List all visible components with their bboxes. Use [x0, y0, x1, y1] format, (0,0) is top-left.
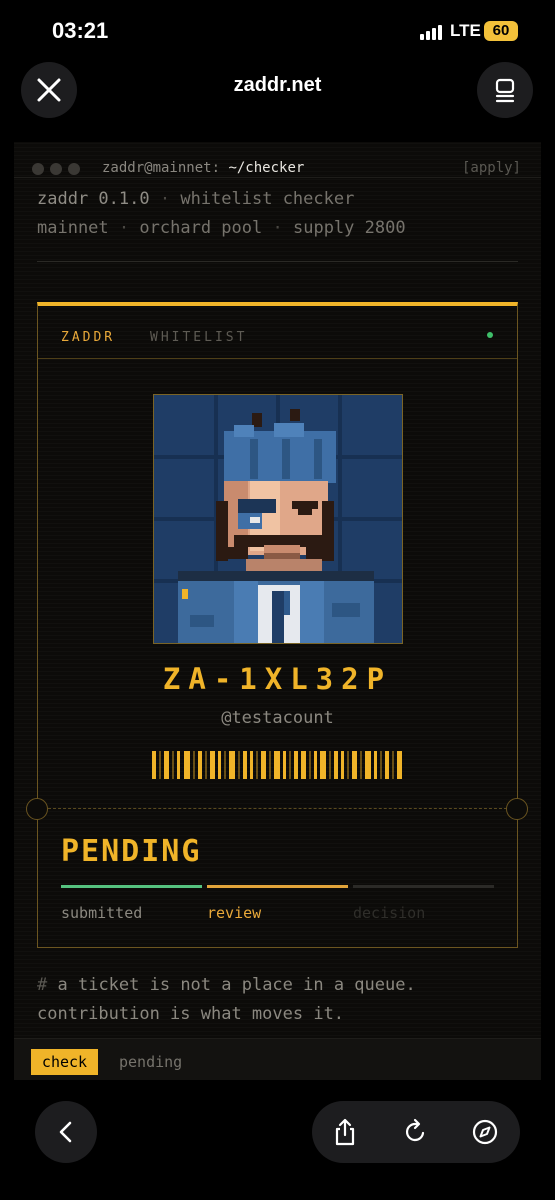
browser-actions — [312, 1101, 520, 1163]
window-dot — [50, 163, 62, 175]
share-icon[interactable] — [330, 1117, 360, 1147]
ticket-brand: ZADDR — [61, 330, 116, 345]
status-led — [487, 332, 493, 338]
user-handle: @testacount — [221, 708, 334, 728]
status-time: 03:21 — [52, 18, 109, 43]
ticket-divider — [38, 358, 517, 359]
compass-icon[interactable] — [470, 1117, 500, 1147]
check-button[interactable]: check — [31, 1049, 98, 1075]
ticket-notch — [26, 798, 48, 820]
perforation — [38, 808, 517, 809]
step-review: review — [207, 904, 262, 922]
apply-link[interactable]: [apply] — [462, 160, 521, 176]
progress-decision — [353, 885, 494, 888]
whitelist-ticket: ZADDR WHITELIST ZA-1XL32P @testacount PE… — [26, 302, 528, 948]
barcode — [152, 751, 402, 779]
terminal-title: zaddr@mainnet: ~/checker — [102, 160, 305, 176]
step-decision: decision — [353, 904, 426, 922]
pending-label: pending — [119, 1053, 183, 1071]
reload-icon[interactable] — [400, 1117, 430, 1147]
ticket-state: PENDING — [61, 834, 202, 869]
web-page: zaddr@mainnet: ~/checker [apply] zaddr 0… — [14, 142, 541, 1080]
meta-line-2: mainnet · orchard pool · supply 2800 — [37, 218, 406, 238]
progress-review — [207, 885, 348, 888]
command-bar: check pending — [14, 1038, 541, 1080]
page-url[interactable]: zaddr.net — [0, 74, 555, 97]
network-label: LTE — [450, 21, 481, 40]
signal-icon — [420, 25, 442, 40]
ticket-notch — [506, 798, 528, 820]
tabs-button[interactable] — [477, 62, 533, 118]
window-dot — [68, 163, 80, 175]
ticket-id: ZA-1XL32P — [162, 662, 393, 696]
note-line-1: # a ticket is not a place in a queue. — [37, 975, 416, 995]
terminal-titlebar: zaddr@mainnet: ~/checker [apply] — [14, 142, 541, 178]
status-bar: 03:21 LTE 60 — [0, 0, 555, 58]
step-submitted: submitted — [61, 904, 143, 922]
progress-submitted — [61, 885, 202, 888]
meta-line-1: zaddr 0.1.0 · whitelist checker — [37, 189, 355, 209]
ticket-tag: WHITELIST — [150, 330, 248, 345]
divider — [37, 261, 518, 262]
window-dot — [32, 163, 44, 175]
tabs-icon — [495, 78, 515, 103]
avatar — [153, 394, 403, 644]
back-icon — [59, 1121, 72, 1143]
note-line-2: contribution is what moves it. — [37, 1004, 345, 1024]
battery-indicator: 60 — [484, 21, 518, 41]
back-button[interactable] — [35, 1101, 97, 1163]
